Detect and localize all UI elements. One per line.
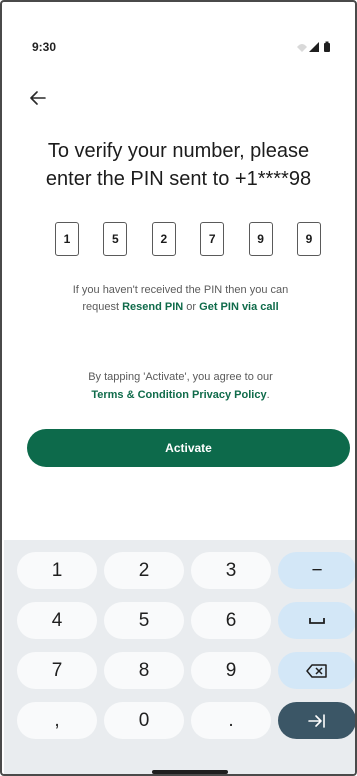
key-space[interactable] xyxy=(278,602,355,639)
help-line-1: If you haven't received the PIN then you… xyxy=(72,284,289,296)
status-icons xyxy=(295,40,335,54)
key-7[interactable]: 7 xyxy=(17,652,97,689)
phone-screen: 9:30 To verify your number, please enter… xyxy=(0,0,357,776)
key-9[interactable]: 9 xyxy=(191,652,271,689)
key-6[interactable]: 6 xyxy=(191,602,271,639)
title-line-1: To verify your number, please xyxy=(47,140,310,162)
pin-digit-box[interactable]: 5 xyxy=(103,222,128,256)
key-0[interactable]: 0 xyxy=(104,702,184,739)
key-1[interactable]: 1 xyxy=(17,552,97,589)
privacy-policy-link[interactable]: Privacy Policy xyxy=(192,389,267,401)
resend-pin-link[interactable]: Resend PIN xyxy=(122,301,183,313)
get-pin-via-call-link[interactable]: Get PIN via call xyxy=(199,301,278,313)
terms-condition-link[interactable]: Terms & Condition xyxy=(91,389,189,401)
key-8[interactable]: 8 xyxy=(104,652,184,689)
terms-notice: By tapping 'Activate', you agree to our … xyxy=(22,368,339,404)
key-3[interactable]: 3 xyxy=(191,552,271,589)
help-line-2: request Resend PIN or Get PIN via call xyxy=(22,299,339,316)
wifi-signal-battery-icon xyxy=(297,41,330,52)
pin-digit-box[interactable]: 2 xyxy=(151,222,176,256)
backspace-icon xyxy=(306,663,327,678)
pin-input-row: 1 5 2 7 9 9 xyxy=(55,222,321,258)
status-time: 9:30 xyxy=(32,40,57,54)
key-4[interactable]: 4 xyxy=(17,602,97,639)
terms-line-1: By tapping 'Activate', you agree to our xyxy=(88,371,273,383)
key-backspace[interactable] xyxy=(278,652,355,689)
terms-end: . xyxy=(266,389,270,401)
back-button[interactable] xyxy=(24,86,52,110)
numeric-keyboard: 1 2 3 − 4 5 6 7 8 9 , 0 . xyxy=(4,540,355,774)
key-2[interactable]: 2 xyxy=(104,552,184,589)
resend-help-text: If you haven't received the PIN then you… xyxy=(22,282,339,316)
key-next[interactable] xyxy=(278,702,355,739)
pin-digit-box[interactable]: 9 xyxy=(248,222,273,256)
terms-line-2: Terms & Condition Privacy Policy. xyxy=(22,386,339,404)
status-bar: 9:30 xyxy=(2,2,355,62)
key-minus[interactable]: − xyxy=(278,552,355,589)
space-bar-icon xyxy=(309,617,325,624)
pin-digit-box[interactable]: 1 xyxy=(55,222,79,256)
help-or: or xyxy=(183,301,200,313)
pin-digit-box[interactable]: 9 xyxy=(296,222,321,256)
pin-digit-box[interactable]: 7 xyxy=(200,222,225,256)
key-comma[interactable]: , xyxy=(17,702,97,739)
arrow-left-icon xyxy=(30,91,46,105)
key-5[interactable]: 5 xyxy=(104,602,184,639)
key-period[interactable]: . xyxy=(191,702,271,739)
gesture-nav-bar[interactable] xyxy=(152,770,228,774)
page-title: To verify your number, please enter the … xyxy=(2,137,355,193)
tab-next-icon xyxy=(308,713,325,728)
title-line-2: enter the PIN sent to +1****98 xyxy=(45,168,312,190)
activate-button[interactable]: Activate xyxy=(27,429,350,467)
help-prefix: request xyxy=(82,301,123,313)
